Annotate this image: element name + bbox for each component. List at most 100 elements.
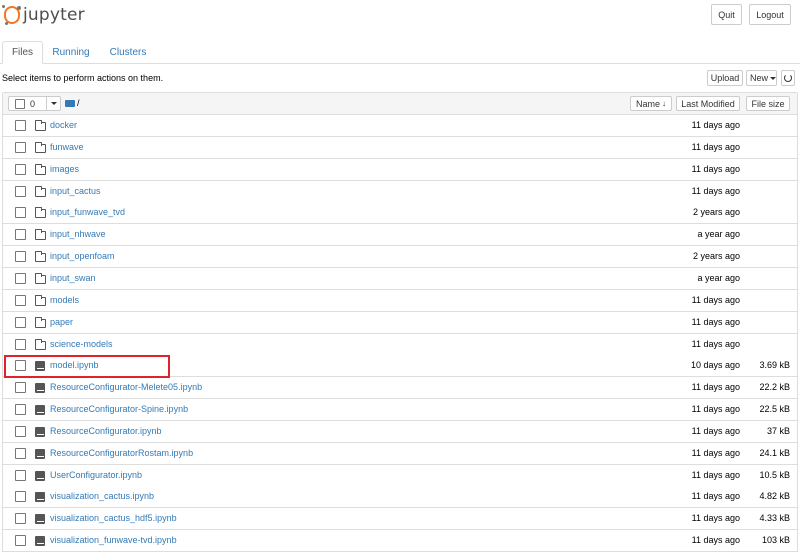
file-row[interactable]: science-models 11 days ago	[3, 333, 797, 356]
folder-icon	[35, 163, 46, 175]
file-row[interactable]: input_funwave_tvd 2 years ago	[3, 202, 797, 225]
file-row[interactable]: model.ipynb 10 days ago 3.69 kB	[3, 355, 797, 378]
file-name-link[interactable]: input_swan	[50, 268, 96, 289]
row-checkbox[interactable]	[15, 535, 26, 547]
file-name-link[interactable]: science-models	[50, 334, 113, 355]
upload-button[interactable]: Upload	[707, 70, 743, 86]
selected-count: 0	[30, 98, 36, 109]
new-dropdown-button[interactable]: New	[746, 70, 777, 86]
file-name-link[interactable]: input_cactus	[50, 181, 101, 202]
file-name-link[interactable]: input_nhwave	[50, 224, 106, 245]
sort-file-size-button[interactable]: File size	[746, 96, 790, 111]
notebook-icon	[35, 492, 45, 503]
file-name-link[interactable]: UserConfigurator.ipynb	[50, 465, 142, 486]
file-name-link[interactable]: ResourceConfiguratorRostam.ipynb	[50, 443, 193, 464]
folder-icon	[35, 251, 46, 263]
last-modified: 11 days ago	[691, 338, 740, 349]
last-modified: 2 years ago	[692, 251, 740, 262]
row-checkbox[interactable]	[15, 272, 26, 284]
file-name-link[interactable]: images	[50, 159, 79, 180]
select-all-dropdown[interactable]: 0	[8, 96, 61, 111]
caret-down-icon	[770, 76, 777, 80]
file-size: 10.5 kB	[759, 469, 790, 480]
tab-clusters[interactable]: Clusters	[103, 41, 153, 64]
row-checkbox[interactable]	[15, 294, 26, 306]
refresh-button[interactable]	[781, 70, 795, 86]
file-row[interactable]: input_swan a year ago	[3, 267, 797, 290]
tab-running[interactable]: Running	[48, 41, 94, 64]
file-name-link[interactable]: ResourceConfigurator.ipynb	[50, 421, 162, 442]
file-row[interactable]: visualization_cactus.ipynb 11 days ago 4.8…	[3, 486, 797, 509]
file-row[interactable]: ResourceConfigurator-Melete05.ipynb 11 da…	[3, 377, 797, 400]
file-size: 103 kB	[761, 535, 790, 546]
file-name-link[interactable]: visualization_cactus.ipynb	[50, 486, 154, 507]
file-row[interactable]: input_cactus 11 days ago	[3, 180, 797, 203]
tab-files[interactable]: Files	[2, 41, 43, 64]
file-row[interactable]: models 11 days ago	[3, 289, 797, 312]
folder-icon	[35, 316, 46, 328]
row-checkbox[interactable]	[15, 141, 26, 153]
notebook-icon	[35, 361, 45, 372]
row-checkbox[interactable]	[15, 360, 26, 372]
file-row[interactable]: input_openfoam 2 years ago	[3, 246, 797, 269]
file-size: 22.2 kB	[759, 382, 790, 393]
file-row[interactable]: visualization_funwave-tvd.ipynb 11 days a…	[3, 530, 797, 552]
notebook-icon	[35, 426, 45, 437]
file-row[interactable]: funwave 11 days ago	[3, 136, 797, 159]
last-modified: 11 days ago	[691, 185, 740, 196]
folder-breadcrumb-icon[interactable]	[65, 100, 75, 107]
row-checkbox[interactable]	[15, 185, 26, 197]
file-size: 3.69 kB	[759, 360, 790, 371]
notebook-icon	[35, 448, 45, 459]
file-name-link[interactable]: docker	[50, 115, 77, 136]
file-row[interactable]: input_nhwave a year ago	[3, 224, 797, 247]
file-row[interactable]: docker 11 days ago	[3, 115, 797, 137]
file-row[interactable]: paper 11 days ago	[3, 311, 797, 334]
file-name-link[interactable]: visualization_cactus_hdf5.ipynb	[50, 508, 177, 529]
select-all-checkbox[interactable]	[15, 98, 25, 109]
refresh-icon	[784, 74, 792, 82]
row-checkbox[interactable]	[15, 338, 26, 350]
file-name-link[interactable]: paper	[50, 312, 73, 333]
quit-button[interactable]: Quit	[711, 4, 742, 25]
folder-icon	[35, 185, 46, 197]
file-size: 24.1 kB	[759, 447, 790, 458]
file-name-link[interactable]: input_openfoam	[50, 246, 115, 267]
row-checkbox[interactable]	[15, 163, 26, 175]
notebook-icon	[35, 514, 45, 525]
file-size: 37 kB	[766, 425, 790, 436]
row-checkbox[interactable]	[15, 251, 26, 263]
file-name-link[interactable]: ResourceConfigurator-Melete05.ipynb	[50, 377, 202, 398]
file-row[interactable]: visualization_cactus_hdf5.ipynb 11 days a…	[3, 508, 797, 531]
file-list-header: 0 / Name ↓ Last Modified File size	[3, 93, 797, 115]
sort-last-modified-button[interactable]: Last Modified	[676, 96, 740, 111]
file-row[interactable]: UserConfigurator.ipynb 11 days ago 10.5 kB	[3, 464, 797, 487]
row-checkbox[interactable]	[15, 229, 26, 241]
row-checkbox[interactable]	[15, 491, 26, 503]
jupyter-logo[interactable]: jupyter	[2, 4, 85, 26]
file-name-link[interactable]: ResourceConfigurator-Spine.ipynb	[50, 399, 188, 420]
row-checkbox[interactable]	[15, 469, 26, 481]
file-row[interactable]: images 11 days ago	[3, 158, 797, 181]
file-row[interactable]: ResourceConfigurator.ipynb 11 days ago 37 …	[3, 420, 797, 443]
row-checkbox[interactable]	[15, 120, 26, 131]
row-checkbox[interactable]	[15, 316, 26, 328]
file-name-link[interactable]: model.ipynb	[50, 355, 99, 376]
file-name-link[interactable]: models	[50, 290, 79, 311]
sort-name-button[interactable]: Name ↓	[630, 96, 672, 111]
logout-button[interactable]: Logout	[749, 4, 791, 25]
sort-name-label: Name	[635, 98, 660, 109]
file-name-link[interactable]: input_funwave_tvd	[50, 202, 125, 223]
row-checkbox[interactable]	[15, 425, 26, 437]
file-name-link[interactable]: visualization_funwave-tvd.ipynb	[50, 530, 177, 551]
row-checkbox[interactable]	[15, 382, 26, 394]
breadcrumb-path[interactable]: /	[77, 96, 80, 111]
row-checkbox[interactable]	[15, 513, 26, 525]
file-row[interactable]: ResourceConfigurator-Spine.ipynb 11 days …	[3, 399, 797, 422]
file-name-link[interactable]: funwave	[50, 137, 84, 158]
row-checkbox[interactable]	[15, 207, 26, 219]
file-size: 22.5 kB	[759, 404, 790, 415]
file-row[interactable]: ResourceConfiguratorRostam.ipynb 11 days …	[3, 442, 797, 465]
row-checkbox[interactable]	[15, 404, 26, 416]
row-checkbox[interactable]	[15, 447, 26, 459]
